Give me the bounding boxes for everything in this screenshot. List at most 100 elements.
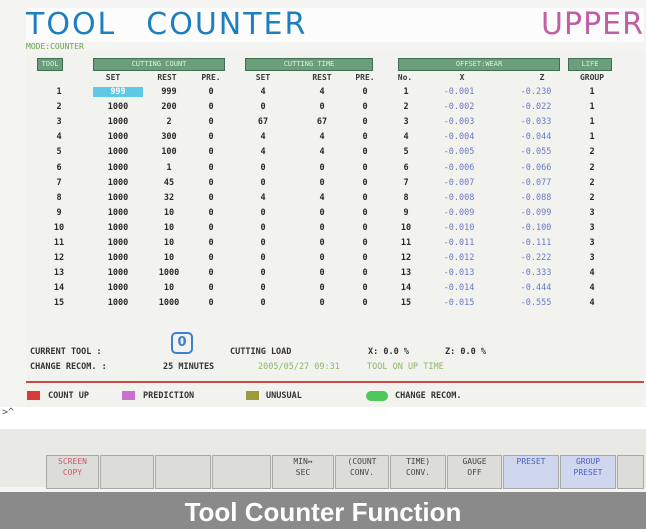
table-cell-trest: 0	[319, 268, 325, 279]
softkey-5[interactable]: MIN↔ SEC	[272, 455, 334, 489]
softkey-label-line1: SCREEN	[58, 457, 87, 466]
table-cell-tool: 4	[56, 132, 62, 143]
softkey-label-line2: PRESET	[573, 468, 603, 477]
table-cell-tset: 4	[260, 147, 266, 158]
softkey-10[interactable]: GROUP PRESET	[560, 455, 616, 489]
table-cell-no: 7	[403, 177, 409, 188]
table-cell-group: 1	[589, 132, 595, 143]
table-cell-z: -0.230	[520, 87, 552, 97]
table-cell-tpre: 0	[362, 222, 368, 233]
table-cell-x: -0.012	[443, 253, 475, 264]
table-cell-x: -0.008	[443, 192, 475, 203]
softkey-label-line2: CONV.	[405, 468, 431, 477]
table-cell-cpre: 0	[208, 298, 214, 309]
table-cell-cpre: 0	[208, 207, 214, 218]
softkey-1[interactable]: SCREEN COPY	[46, 455, 99, 489]
table-cell-crest: 1	[166, 162, 172, 173]
table-cell-x: -0.009	[443, 207, 475, 218]
table-cell-no: 5	[403, 147, 409, 158]
table-cell-cset: 1000	[107, 268, 129, 279]
table-cell-cpre: 0	[208, 192, 214, 203]
table-cell-trest: 0	[319, 102, 325, 113]
table-cell-tpre: 0	[362, 207, 368, 218]
command-input-line[interactable]: >^	[0, 407, 646, 429]
table-cell-tset: 0	[260, 298, 266, 309]
divider-line	[26, 381, 644, 383]
table-cell-trest: 0	[319, 253, 325, 264]
command-prompt: >^	[2, 407, 15, 418]
table-cell-no: 2	[403, 102, 409, 113]
legend-swatch-count-up	[27, 391, 40, 400]
table-cell-crest: 10	[163, 222, 175, 233]
table-cell-cset[interactable]: 999	[93, 87, 143, 97]
table-cell-cpre: 0	[208, 283, 214, 294]
table-cell-x: -0.011	[443, 238, 475, 248]
col-header-z: Z	[539, 73, 545, 82]
table-cell-no: 12	[400, 253, 412, 264]
table-cell-tpre: 0	[362, 192, 368, 203]
table-cell-group: 4	[589, 283, 595, 294]
x-load-value: X: 0.0 %	[368, 347, 409, 357]
current-tool-label: CURRENT TOOL :	[30, 347, 102, 357]
table-cell-group: 3	[589, 207, 595, 218]
softkey-6[interactable]: (COUNT CONV.	[335, 455, 389, 489]
table-cell-tset: 0	[260, 283, 266, 294]
softkey-3[interactable]	[155, 455, 211, 489]
group-header-cutting-count: CUTTING COUNT	[93, 58, 225, 71]
screen-title: TOOL COUNTER	[26, 8, 307, 42]
current-tool-value: 0	[171, 332, 193, 354]
table-cell-group: 1	[589, 87, 595, 97]
legend-swatch-unusual	[246, 391, 259, 400]
table-cell-group: 1	[589, 117, 595, 128]
col-header-time-pre: PRE.	[355, 73, 375, 82]
table-cell-group: 3	[589, 253, 595, 264]
softkey-2[interactable]	[100, 455, 154, 489]
table-cell-tpre: 0	[362, 102, 368, 113]
table-cell-crest: 10	[163, 283, 175, 294]
table-cell-tool: 2	[56, 102, 62, 113]
table-cell-group: 3	[589, 238, 595, 248]
turret-indicator: UPPER	[541, 7, 644, 42]
table-cell-no: 4	[403, 132, 409, 143]
col-header-time-set: SET	[255, 73, 271, 82]
figure-caption: Tool Counter Function	[0, 492, 646, 529]
table-cell-z: -0.022	[520, 102, 552, 113]
softkey-label-line2: PRESET	[516, 457, 546, 466]
table-cell-no: 15	[400, 298, 412, 309]
softkey-8[interactable]: GAUGE OFF	[447, 455, 502, 489]
softkey-label-line2: OFF	[467, 468, 482, 477]
table-cell-group: 4	[589, 298, 595, 309]
softkey-7[interactable]: TIME) CONV.	[390, 455, 446, 489]
table-cell-cpre: 0	[208, 253, 214, 264]
table-cell-tpre: 0	[362, 253, 368, 264]
table-cell-z: -0.555	[520, 298, 552, 309]
table-cell-cset: 1000	[107, 298, 129, 309]
table-cell-crest: 10	[163, 207, 175, 218]
table-cell-cpre: 0	[208, 268, 214, 279]
table-cell-crest: 999	[161, 87, 177, 97]
table-cell-no: 10	[400, 222, 412, 233]
table-cell-z: -0.055	[520, 147, 552, 158]
table-cell-z: -0.088	[520, 192, 552, 203]
table-cell-no: 3	[403, 117, 409, 128]
mode-label: MODE:COUNTER	[26, 42, 84, 51]
softkey-11[interactable]	[617, 455, 644, 489]
table-cell-group: 1	[589, 102, 595, 113]
legend-swatch-change-recom	[366, 391, 388, 401]
legend-label-count-up: COUNT UP	[48, 391, 89, 401]
table-cell-no: 1	[403, 87, 409, 97]
table-cell-no: 14	[400, 283, 412, 294]
softkey-4[interactable]	[212, 455, 271, 489]
table-cell-cset: 1000	[107, 238, 129, 248]
table-cell-z: -0.333	[520, 268, 552, 279]
legend-swatch-prediction	[122, 391, 135, 400]
table-cell-cset: 1000	[107, 222, 129, 233]
col-header-count-pre: PRE.	[201, 73, 221, 82]
table-cell-crest: 300	[161, 132, 177, 143]
table-cell-x: -0.003	[443, 117, 475, 128]
softkey-9[interactable]: PRESET	[503, 455, 559, 489]
table-cell-crest: 100	[161, 147, 177, 158]
table-cell-crest: 2	[166, 117, 172, 128]
group-header-cutting-time: CUTTING TIME	[245, 58, 373, 71]
table-cell-group: 2	[589, 177, 595, 188]
